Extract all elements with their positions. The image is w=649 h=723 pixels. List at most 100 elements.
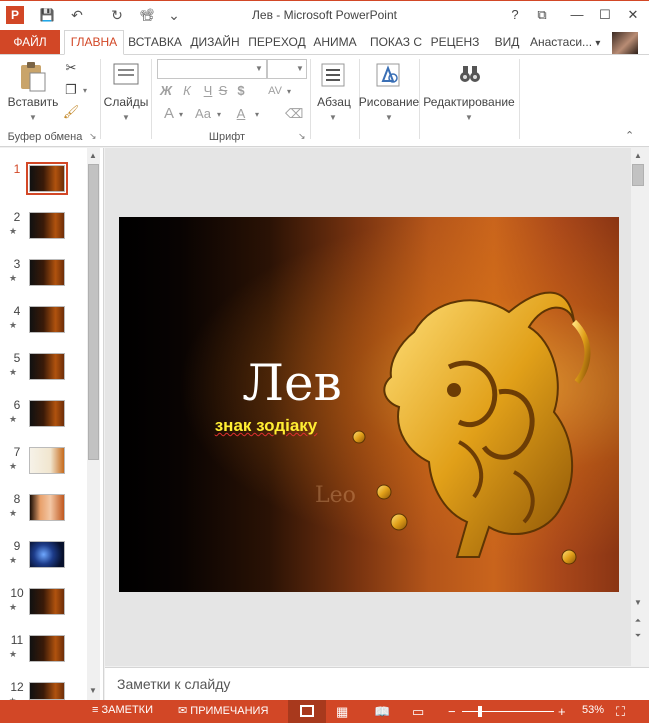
slide-sorter-icon[interactable]: ▦ (336, 704, 348, 720)
font-name-box[interactable] (157, 59, 267, 79)
font-color-dropdown-icon[interactable]: ▾ (252, 110, 262, 119)
separator (151, 59, 152, 139)
slide-thumbnail-6[interactable] (29, 400, 65, 427)
slide-thumbnail-11[interactable] (29, 635, 65, 662)
slide-thumbnail-5[interactable] (29, 353, 65, 380)
collapse-ribbon-icon[interactable]: ⌃ (625, 129, 634, 142)
help-button[interactable]: ? (505, 5, 525, 25)
cut-icon[interactable]: ✂ (62, 59, 80, 77)
slide-thumbnail-7[interactable] (29, 447, 65, 474)
paragraph-dropdown-icon[interactable]: ▼ (328, 113, 338, 122)
slide-canvas[interactable]: Лев знак зодіаку Leo (119, 217, 619, 592)
paragraph-button[interactable]: Абзац (312, 95, 356, 109)
slide-thumbnail-3[interactable] (29, 259, 65, 286)
tab-transitions[interactable]: ПЕРЕХОД (246, 30, 308, 54)
tab-review[interactable]: РЕЦЕНЗ (428, 30, 482, 54)
clipboard-launcher-icon[interactable]: ↘ (89, 131, 97, 142)
format-painter-icon[interactable]: 🖌 (62, 103, 80, 121)
grow-dropdown-icon[interactable]: ▾ (176, 110, 186, 119)
editing-button[interactable]: Редактирование (422, 95, 516, 109)
italic-button[interactable]: К (178, 82, 196, 100)
bold-button[interactable]: Ж (157, 82, 175, 100)
scroll-thumb[interactable] (88, 164, 99, 460)
slide-thumbnail-12[interactable] (29, 682, 65, 700)
minimize-button[interactable]: — (567, 5, 587, 25)
slide-number: 11 (10, 633, 24, 647)
previous-slide-icon[interactable]: ⏶ (632, 615, 644, 627)
slide-thumbnail-9[interactable] (29, 541, 65, 568)
title-bar: P 💾 ↶ ↻ 📽 ⌄ Лев - Microsoft PowerPoint ?… (0, 0, 649, 30)
slide-thumbnail-8[interactable] (29, 494, 65, 521)
comments-toggle-button[interactable]: ✉ ПРИМЕЧАНИЯ (178, 704, 268, 717)
paste-dropdown-icon[interactable]: ▼ (28, 113, 38, 122)
font-size-dropdown-icon[interactable]: ▼ (295, 64, 305, 73)
notes-scroll-area (632, 667, 649, 700)
close-button[interactable]: ✕ (623, 5, 643, 25)
clear-formatting-icon[interactable]: ⌫ (285, 105, 303, 123)
editor-scroll-up-icon[interactable]: ▲ (632, 150, 644, 162)
editing-dropdown-icon[interactable]: ▼ (464, 113, 474, 122)
zoom-out-button[interactable]: − (448, 704, 456, 719)
animation-star-icon: ★ (9, 320, 18, 330)
spacing-dropdown-icon[interactable]: ▾ (284, 87, 294, 96)
slide-thumbnail-4[interactable] (29, 306, 65, 333)
font-launcher-icon[interactable]: ↘ (298, 131, 306, 142)
zoom-slider-handle[interactable] (478, 706, 482, 717)
slide-title[interactable]: Лев (207, 354, 377, 412)
slide-thumbnail-1[interactable] (26, 162, 68, 195)
notes-toggle-button[interactable]: ≡ ЗАМЕТКИ (92, 704, 153, 716)
font-color-button[interactable]: A (232, 105, 250, 123)
status-bar: ≡ ЗАМЕТКИ ✉ ПРИМЕЧАНИЯ ▦ 📖 ▭ − + 53% ⛶ (0, 700, 649, 723)
slideshow-view-icon[interactable]: ▭ (412, 704, 424, 720)
tab-animations[interactable]: АНИМА (308, 30, 362, 54)
change-case-button[interactable]: Aa (192, 105, 214, 123)
editor-scrollbar[interactable]: ▲ ▼ ⏶ ⏷ (631, 148, 645, 666)
slide-thumbnail-2[interactable] (29, 212, 65, 239)
animation-star-icon: ★ (9, 461, 18, 471)
drawing-dropdown-icon[interactable]: ▼ (384, 113, 394, 122)
ribbon-tabs: ФАЙЛ ГЛАВНА ВСТАВКА ДИЗАЙН ПЕРЕХОД АНИМА… (0, 30, 649, 55)
slides-button[interactable]: Слайды (103, 95, 149, 109)
thumbnails-scrollbar[interactable]: ▲ ▼ (87, 148, 100, 700)
paragraph-icon[interactable] (318, 61, 348, 89)
notes-pane[interactable]: Заметки к слайду (105, 667, 632, 700)
paste-icon[interactable] (18, 61, 48, 92)
binoculars-icon[interactable] (455, 61, 485, 89)
editor-scroll-down-icon[interactable]: ▼ (632, 597, 644, 609)
drawing-icon[interactable] (373, 61, 403, 89)
slides-dropdown-icon[interactable]: ▼ (121, 113, 131, 122)
maximize-button[interactable]: ☐ (595, 5, 615, 25)
fit-slide-icon[interactable]: ⛶ (616, 704, 625, 720)
zoom-in-button[interactable]: + (558, 704, 566, 719)
copy-icon[interactable]: ❐ (62, 81, 80, 99)
user-account[interactable]: Анастаси... ▾ (530, 30, 610, 54)
drawing-button[interactable]: Рисование (356, 95, 422, 109)
tab-file[interactable]: ФАЙЛ (0, 30, 60, 54)
ribbon-display-options-button[interactable]: ⧉ (532, 5, 552, 25)
tab-slideshow[interactable]: ПОКАЗ С (366, 30, 426, 54)
zoom-slider[interactable] (462, 711, 554, 712)
avatar[interactable] (612, 32, 638, 54)
tab-insert[interactable]: ВСТАВКА (126, 30, 184, 54)
scroll-down-icon[interactable]: ▼ (87, 685, 99, 697)
editor-scroll-thumb[interactable] (632, 164, 644, 186)
next-slide-icon[interactable]: ⏷ (632, 630, 644, 642)
animation-star-icon: ★ (9, 226, 18, 236)
case-dropdown-icon[interactable]: ▾ (214, 110, 224, 119)
tab-home[interactable]: ГЛАВНА (64, 30, 124, 55)
new-slide-icon[interactable] (111, 61, 141, 89)
character-spacing-button[interactable]: AV (266, 82, 284, 100)
font-name-dropdown-icon[interactable]: ▼ (254, 64, 264, 73)
normal-view-button[interactable] (288, 700, 326, 723)
reading-view-icon[interactable]: 📖 (374, 704, 390, 720)
tab-view[interactable]: ВИД (490, 30, 524, 54)
tab-design[interactable]: ДИЗАЙН (186, 30, 244, 54)
strikethrough-button[interactable]: S (214, 82, 232, 100)
text-shadow-button[interactable]: $ (232, 82, 250, 100)
paste-button[interactable]: Вставить (5, 95, 61, 109)
slide-subtitle[interactable]: знак зодіаку (201, 416, 331, 436)
zoom-level[interactable]: 53% (582, 704, 604, 716)
slide-thumbnail-10[interactable] (29, 588, 65, 615)
scroll-up-icon[interactable]: ▲ (87, 150, 99, 162)
copy-dropdown-icon[interactable]: ▾ (80, 86, 90, 95)
